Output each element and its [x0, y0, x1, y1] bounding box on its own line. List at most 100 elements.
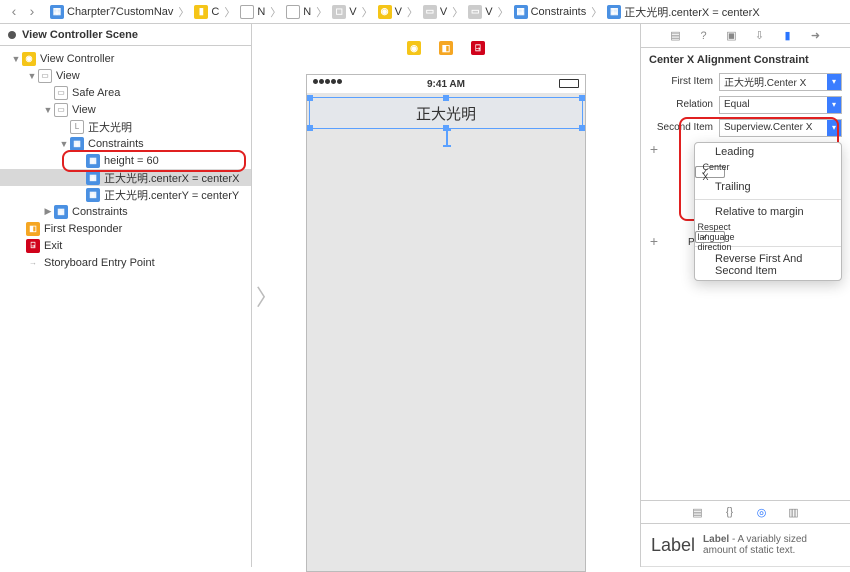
crumb-vc[interactable]: ◉V — [374, 5, 406, 19]
size-inspector-tab[interactable]: ▮ — [779, 27, 797, 45]
help-inspector-tab[interactable]: ? — [695, 27, 713, 45]
lib-object-desc: Label - A variably sized amount of stati… — [703, 534, 840, 556]
library-item-label[interactable]: Label Label - A variably sized amount of… — [641, 524, 850, 567]
tree-vc[interactable]: ▼◉View Controller — [0, 50, 251, 67]
dd-respect-language[interactable]: Respect language direction — [695, 231, 725, 243]
battery-icon — [559, 79, 579, 88]
dd-reverse-items[interactable]: Reverse First And Second Item — [695, 250, 841, 280]
tree-first-responder[interactable]: ◧First Responder — [0, 220, 251, 237]
inspector-tab-bar: ▤ ? ▣ ⇩ ▮ ➜ — [641, 24, 850, 48]
constraint-icon: ▦ — [86, 188, 100, 202]
tree-exit[interactable]: ⍈Exit — [0, 237, 251, 254]
interface-builder-canvas[interactable]: 〉 ◉ ◧ ⍈ 9:41 AM 正大光明 — [252, 24, 640, 567]
relation-label: Relation — [649, 99, 719, 110]
dock-exit-button[interactable]: ⍈ — [468, 38, 488, 58]
crumb-file-2[interactable]: N — [282, 5, 315, 19]
constraint-icon: ▦ — [86, 171, 100, 185]
view-icon: ▭ — [38, 69, 52, 83]
signal-icon — [313, 79, 342, 84]
second-item-label: Second Item — [649, 122, 719, 133]
first-item-label: First Item — [649, 76, 719, 87]
entry-icon: → — [26, 256, 40, 270]
tree-view-root[interactable]: ▼▭View — [0, 67, 251, 84]
chevron-down-icon: ▾ — [827, 97, 841, 113]
tree-constraints-outer[interactable]: ▶▦Constraints — [0, 203, 251, 220]
chevron-down-icon: ▾ — [827, 120, 841, 136]
library-tab-bar: ▤ {} ◎ ▥ — [641, 500, 850, 524]
attributes-inspector-tab[interactable]: ⇩ — [751, 27, 769, 45]
constraints-icon: ▦ — [70, 137, 84, 151]
constraint-icon: ▦ — [86, 154, 100, 168]
identity-inspector-tab[interactable]: ▣ — [723, 27, 741, 45]
device-frame: 9:41 AM 正大光明 — [306, 74, 586, 572]
chevron-down-icon: ▾ — [827, 74, 841, 90]
view-icon: ▭ — [54, 103, 68, 117]
relation-select[interactable]: Equal▾ — [719, 96, 842, 114]
dd-relative-margin[interactable]: Relative to margin — [695, 203, 841, 221]
vc-icon: ◉ — [378, 5, 392, 19]
nav-back-button[interactable]: ‹ — [6, 4, 22, 20]
first-responder-icon: ◧ — [26, 222, 40, 236]
tree-entry-point[interactable]: →Storyboard Entry Point — [0, 254, 251, 271]
inspector-panel: ▤ ? ▣ ⇩ ▮ ➜ Center X Alignment Constrain… — [640, 24, 850, 567]
lib-object-name: Label — [651, 535, 695, 556]
tree-constraints-inner[interactable]: ▼▦Constraints — [0, 135, 251, 152]
scene-icon: ◻ — [332, 5, 346, 19]
scene-dock: ◉ ◧ ⍈ — [404, 38, 488, 58]
outline-header[interactable]: View Controller Scene — [0, 24, 251, 46]
crumb-scene[interactable]: ◻V — [328, 5, 360, 19]
constraints-icon: ▦ — [514, 5, 528, 19]
constraint-icon: ▦ — [607, 5, 621, 19]
exit-icon: ⍈ — [26, 239, 40, 253]
nav-forward-button[interactable]: › — [24, 4, 40, 20]
vc-icon: ◉ — [407, 41, 421, 55]
dock-vc-button[interactable]: ◉ — [404, 38, 424, 58]
first-responder-icon: ◧ — [439, 41, 453, 55]
crumb-view-1[interactable]: ▭V — [419, 5, 451, 19]
storyboard-icon: ▦ — [50, 5, 64, 19]
tree-centerx-constraint[interactable]: ▦正大光明.centerX = centerX — [0, 169, 251, 186]
tree-view-inner[interactable]: ▼▭View — [0, 101, 251, 118]
view-icon: ▭ — [468, 5, 482, 19]
centerx-constraint-guide[interactable] — [446, 129, 448, 147]
crumb-constraints[interactable]: ▦Constraints — [510, 5, 591, 19]
document-outline: View Controller Scene ▼◉View Controller … — [0, 24, 252, 567]
lib-snippet-tab[interactable]: {} — [721, 503, 739, 521]
add-placeholder-button[interactable]: + — [647, 235, 661, 249]
tree-label[interactable]: L正大光明 — [0, 118, 251, 135]
lib-file-tab[interactable]: ▤ — [689, 503, 707, 521]
segue-entry-arrow-icon: 〉 — [256, 280, 278, 312]
constraint-title: Center X Alignment Constraint — [649, 54, 842, 66]
exit-icon: ⍈ — [471, 41, 485, 55]
view-icon: ▭ — [423, 5, 437, 19]
jump-bar: ‹ › ▦Charpter7CustomNav 〉 ▮C 〉 N 〉 N 〉 ◻… — [0, 0, 850, 24]
crumb-folder[interactable]: ▮C — [190, 5, 223, 19]
crumb-constraint[interactable]: ▦正大光明.centerX = centerX — [603, 4, 763, 20]
first-item-select[interactable]: 正大光明.Center X▾ — [719, 73, 842, 91]
doc-icon — [286, 5, 300, 19]
crumb-file-1[interactable]: N — [236, 5, 269, 19]
lib-media-tab[interactable]: ▥ — [785, 503, 803, 521]
vc-icon: ◉ — [22, 52, 36, 66]
tree-centery-constraint[interactable]: ▦正大光明.centerY = centerY — [0, 186, 251, 203]
dd-leading[interactable]: Leading — [695, 143, 841, 161]
add-constant-button[interactable]: + — [647, 143, 661, 157]
second-item-select[interactable]: Superview.Center X▾ — [719, 119, 842, 137]
safearea-icon: ▭ — [54, 86, 68, 100]
selected-label-view[interactable]: 正大光明 — [309, 97, 583, 129]
crumb-view-2[interactable]: ▭V — [464, 5, 496, 19]
dd-trailing[interactable]: Trailing — [695, 178, 841, 196]
connections-inspector-tab[interactable]: ➜ — [807, 27, 825, 45]
status-bar: 9:41 AM — [307, 75, 585, 93]
crumb-project[interactable]: ▦Charpter7CustomNav — [46, 5, 177, 19]
lib-object-tab[interactable]: ◎ — [753, 503, 771, 521]
file-inspector-tab[interactable]: ▤ — [667, 27, 685, 45]
dd-centerx[interactable]: Center X — [695, 166, 725, 178]
scene-dot-icon — [8, 31, 16, 39]
status-time: 9:41 AM — [427, 79, 465, 90]
dock-first-responder-button[interactable]: ◧ — [436, 38, 456, 58]
tree-height-constraint[interactable]: ▦height = 60 — [0, 152, 251, 169]
second-item-dropdown: Leading Center X Trailing Relative to ma… — [694, 142, 842, 281]
tree-safe-area[interactable]: ▭Safe Area — [0, 84, 251, 101]
folder-icon: ▮ — [194, 5, 208, 19]
